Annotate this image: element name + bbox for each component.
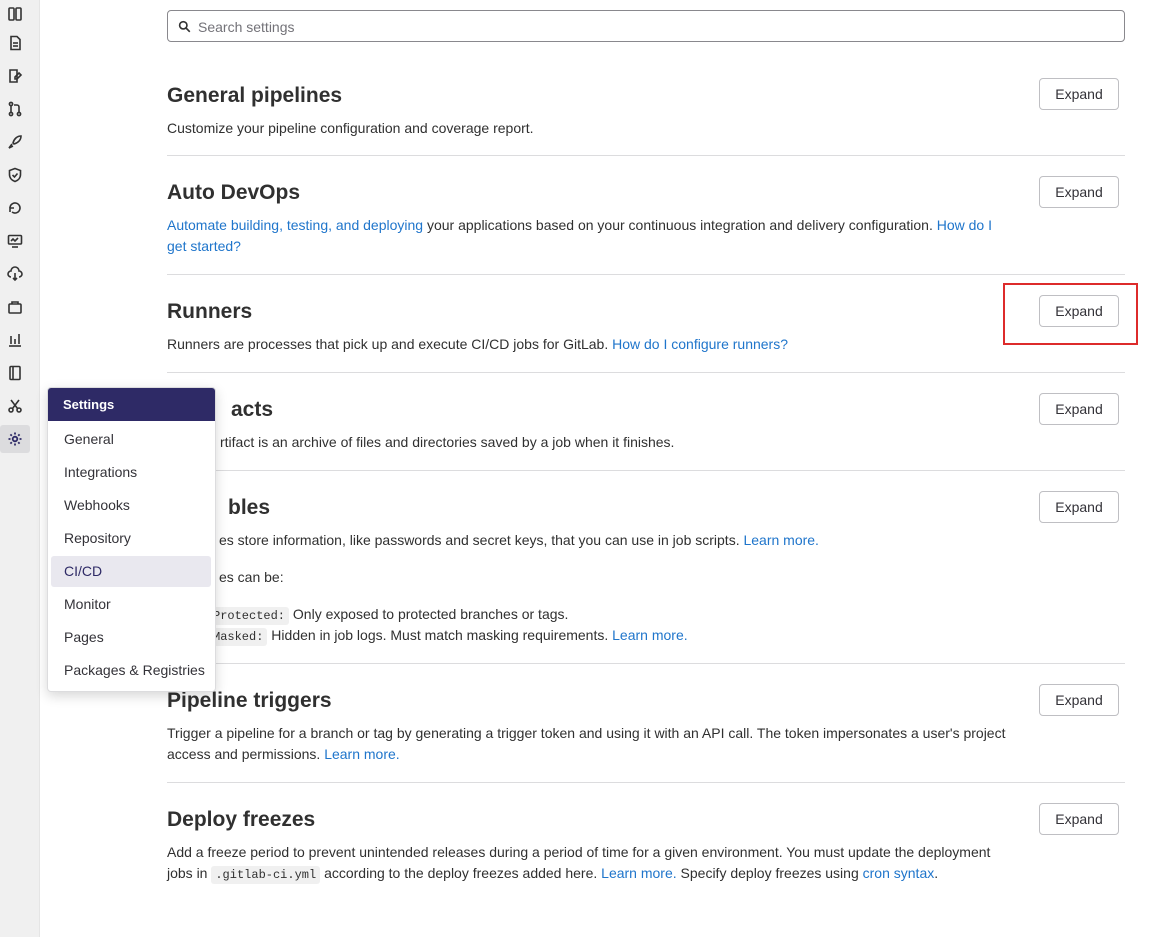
configure-runners-link[interactable]: How do I configure runners? — [612, 336, 788, 352]
project-icon[interactable] — [4, 3, 26, 25]
section-title: Auto DevOps — [167, 181, 301, 204]
flyout-item-webhooks[interactable]: Webhooks — [51, 490, 211, 521]
masked-line: Masked: Hidden in job logs. Must match m… — [209, 625, 1054, 648]
flyout-item-repository[interactable]: Repository — [51, 523, 211, 554]
section-title: bles — [228, 496, 271, 519]
cron-syntax-link[interactable]: cron syntax — [863, 865, 935, 881]
search-input[interactable] — [196, 11, 1100, 43]
highlight-box — [1003, 283, 1138, 345]
section-description: Runners are processes that pick up and e… — [167, 336, 788, 352]
section-description: rtifact is an archive of files and direc… — [220, 434, 675, 450]
gitlab-ci-code: .gitlab-ci.yml — [211, 866, 321, 884]
expand-button[interactable]: Expand — [1039, 803, 1119, 835]
security-icon[interactable] — [4, 164, 26, 186]
section-title: acts — [231, 398, 274, 421]
expand-button[interactable]: Expand — [1039, 176, 1119, 208]
section-general-pipelines: General pipelines Customize your pipelin… — [167, 60, 1125, 156]
snippets-icon[interactable] — [4, 395, 26, 417]
variables-can-be: es can be: — [219, 569, 284, 585]
monitor-icon[interactable] — [4, 230, 26, 252]
section-title: Deploy freezes — [167, 808, 316, 831]
search-icon — [178, 20, 191, 33]
expand-button[interactable]: Expand — [1039, 393, 1119, 425]
flyout-item-packages-registries[interactable]: Packages & Registries — [51, 655, 211, 686]
freezes-learn-more-link[interactable]: Learn more. — [601, 865, 676, 881]
settings-search[interactable] — [167, 10, 1125, 43]
section-description: Automate building, testing, and deployin… — [167, 217, 992, 254]
deployments-icon[interactable] — [4, 131, 26, 153]
section-title: Runners — [167, 300, 253, 323]
flyout-title: Settings — [48, 388, 215, 421]
section-description: Trigger a pipeline for a branch or tag b… — [167, 725, 1006, 762]
settings-icon[interactable] — [0, 425, 30, 453]
section-title: General pipelines — [167, 84, 343, 107]
section-description: es store information, like passwords and… — [219, 532, 819, 548]
analytics-icon[interactable] — [4, 329, 26, 351]
packages-icon[interactable] — [4, 296, 26, 318]
wiki-icon[interactable] — [4, 362, 26, 384]
expand-button[interactable]: Expand — [1039, 684, 1119, 716]
expand-button[interactable]: Expand — [1039, 78, 1119, 110]
triggers-learn-more-link[interactable]: Learn more. — [324, 746, 399, 762]
section-artifacts: acts rtifact is an archive of files and … — [167, 373, 1125, 471]
section-runners: Runners Runners are processes that pick … — [167, 275, 1125, 373]
merge-requests-icon[interactable] — [4, 65, 26, 87]
left-sidebar — [0, 0, 40, 937]
section-description: Customize your pipeline configuration an… — [167, 120, 534, 136]
flyout-item-integrations[interactable]: Integrations — [51, 457, 211, 488]
repository-icon[interactable] — [4, 98, 26, 120]
section-description: Add a freeze period to prevent unintende… — [167, 844, 991, 884]
section-pipeline-triggers: Pipeline triggers Trigger a pipeline for… — [167, 664, 1125, 783]
protected-line: Protected: Only exposed to protected bra… — [209, 604, 1054, 627]
section-auto-devops: Auto DevOps Automate building, testing, … — [167, 156, 1125, 275]
flyout-item-monitor[interactable]: Monitor — [51, 589, 211, 620]
flyout-item-pages[interactable]: Pages — [51, 622, 211, 653]
section-title: Pipeline triggers — [167, 689, 332, 712]
section-deploy-freezes: Deploy freezes Add a freeze period to pr… — [167, 783, 1125, 903]
auto-devops-link[interactable]: Automate building, testing, and deployin… — [167, 217, 423, 233]
protected-code: Protected: — [209, 607, 290, 625]
infrastructure-icon[interactable] — [4, 263, 26, 285]
variables-learn-more-link[interactable]: Learn more. — [743, 532, 818, 548]
environments-icon[interactable] — [4, 197, 26, 219]
flyout-item-cicd[interactable]: CI/CD — [51, 556, 211, 587]
expand-button[interactable]: Expand — [1039, 491, 1119, 523]
section-variables: bles es store information, like password… — [167, 471, 1125, 664]
issues-icon[interactable] — [4, 32, 26, 54]
masked-learn-more-link[interactable]: Learn more. — [612, 627, 687, 643]
settings-flyout-menu: Settings General Integrations Webhooks R… — [47, 387, 216, 692]
flyout-item-general[interactable]: General — [51, 424, 211, 455]
masked-code: Masked: — [209, 628, 268, 646]
